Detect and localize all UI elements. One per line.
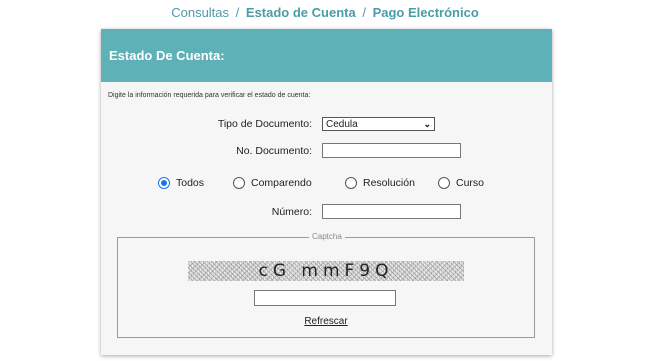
tipo-documento-value: Cedula: [326, 118, 358, 130]
radio-todos[interactable]: Todos: [158, 176, 204, 190]
no-documento-label: No. Documento:: [236, 145, 312, 157]
radio-comparendo[interactable]: Comparendo: [233, 176, 312, 190]
breadcrumb-estado-cuenta[interactable]: Estado de Cuenta: [246, 5, 356, 20]
captcha-input[interactable]: [254, 290, 396, 306]
refresh-captcha-link[interactable]: Refrescar: [118, 316, 534, 327]
radio-unchecked-icon[interactable]: [345, 177, 357, 189]
radio-curso[interactable]: Curso: [438, 176, 484, 190]
captcha-image: cG mmF9Q: [188, 261, 464, 281]
tipo-documento-select[interactable]: Cedula ⌄: [322, 117, 435, 131]
breadcrumb-separator: /: [362, 5, 366, 20]
instructions-text: Digite la información requerida para ver…: [108, 92, 311, 99]
radio-resolucion[interactable]: Resolución: [345, 176, 415, 190]
radio-comparendo-label: Comparendo: [251, 177, 312, 189]
radio-unchecked-icon[interactable]: [233, 177, 245, 189]
numero-input[interactable]: [322, 204, 461, 219]
radio-curso-label: Curso: [456, 177, 485, 189]
panel-title: Estado De Cuenta:: [101, 29, 552, 82]
radio-resolucion-label: Resolución: [363, 177, 415, 189]
chevron-down-icon: ⌄: [423, 118, 431, 129]
numero-label: Número:: [271, 206, 312, 218]
radio-todos-label: Todos: [176, 177, 205, 189]
estado-cuenta-panel: Estado De Cuenta: Digite la información …: [101, 29, 552, 355]
captcha-fieldset: Captcha cG mmF9Q Refrescar: [117, 232, 535, 338]
breadcrumb: Consultas / Estado de Cuenta / Pago Elec…: [0, 5, 650, 20]
breadcrumb-consultas[interactable]: Consultas: [171, 5, 229, 20]
radio-checked-icon[interactable]: [158, 177, 170, 189]
breadcrumb-pago-electronico[interactable]: Pago Electrónico: [373, 5, 479, 20]
radio-unchecked-icon[interactable]: [438, 177, 450, 189]
breadcrumb-separator: /: [235, 5, 240, 20]
captcha-text: cG mmF9Q: [258, 261, 394, 281]
tipo-documento-label: Tipo de Documento:: [217, 118, 312, 130]
captcha-legend: Captcha: [309, 232, 345, 241]
no-documento-input[interactable]: [322, 143, 461, 158]
